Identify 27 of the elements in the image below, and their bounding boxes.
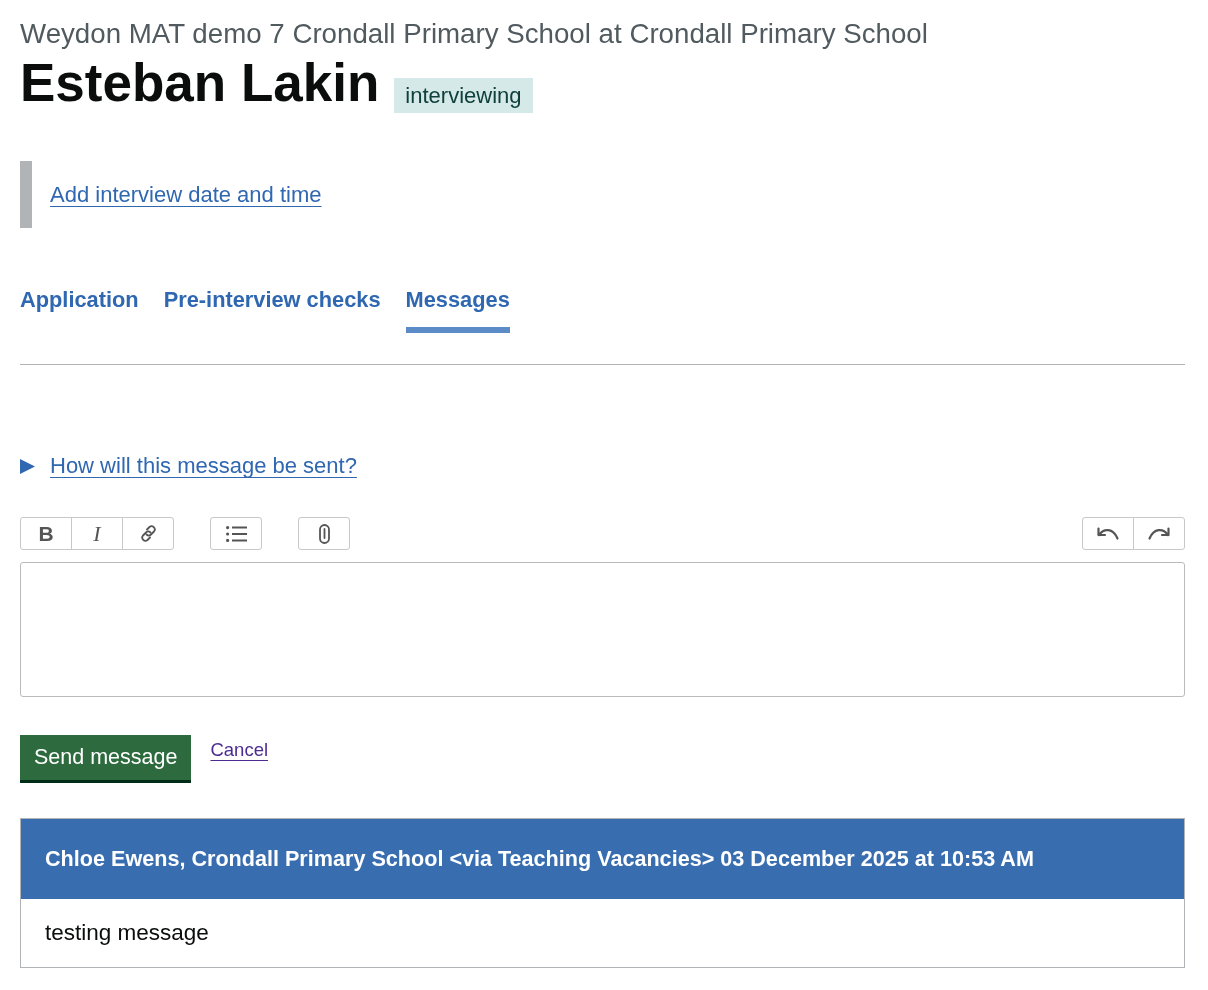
tab[interactable]: Application — [20, 285, 139, 333]
cancel-link[interactable]: Cancel — [210, 739, 269, 760]
add-interview-link[interactable]: Add interview date and time — [50, 180, 322, 209]
italic-button[interactable]: I — [71, 517, 123, 550]
redo-button[interactable] — [1133, 517, 1185, 550]
paperclip-icon — [318, 523, 330, 544]
redo-icon — [1148, 527, 1170, 540]
tab[interactable]: Messages — [405, 285, 510, 333]
message-input-field[interactable] — [20, 562, 1185, 697]
bullet-list-icon — [225, 525, 247, 542]
link-button[interactable] — [122, 517, 174, 550]
send-message-button[interactable]: Send message — [20, 735, 192, 780]
link-icon — [138, 524, 158, 543]
bold-button[interactable]: B — [20, 517, 72, 550]
bullet-list-button[interactable] — [210, 517, 262, 550]
undo-icon — [1097, 527, 1119, 540]
message-body: testing message — [44, 919, 210, 947]
message-header: Chloe Ewens, Crondall Primary School <via Teaching Vacancies> 03 December 2025 at 10:53 AM — [21, 819, 1184, 899]
organisation-caption: Weydon MAT demo 7 Crondall Primary School at Crondall Primary School — [20, 18, 929, 50]
status-tag: interviewing — [394, 78, 533, 113]
tab[interactable]: Pre-interview checks — [163, 285, 381, 333]
triangle-icon[interactable] — [20, 458, 35, 474]
candidate-name-heading: Esteban Lakin — [20, 53, 380, 113]
undo-button[interactable] — [1082, 517, 1134, 550]
inset-bar — [20, 161, 32, 228]
attach-button[interactable] — [298, 517, 350, 550]
details-summary-link[interactable]: How will this message be sent? — [50, 452, 357, 480]
